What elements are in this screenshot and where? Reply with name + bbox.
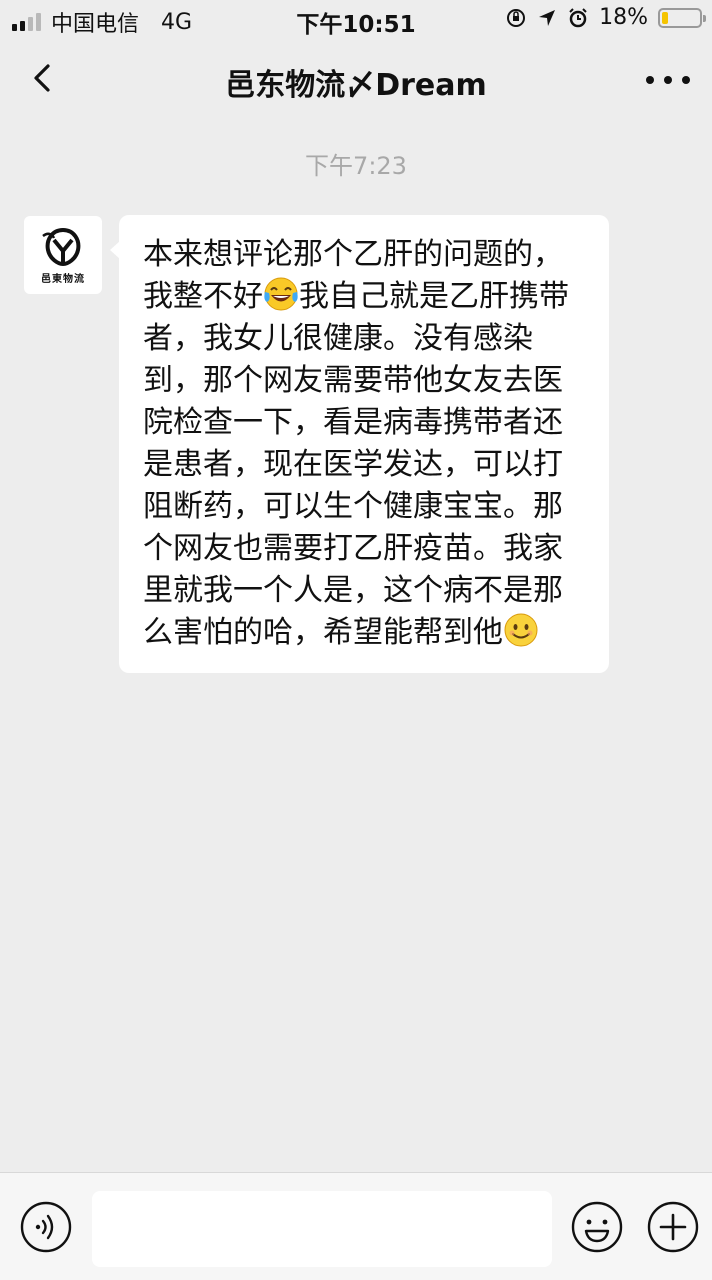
voice-button[interactable] — [20, 1201, 72, 1253]
input-bar — [0, 1172, 712, 1280]
more-dot — [646, 76, 654, 84]
status-bar: 中国电信 4G 下午10:51 18% — [0, 0, 712, 38]
more-dot — [682, 76, 690, 84]
back-button[interactable] — [20, 56, 64, 100]
avatar-caption: 邑東物流 — [41, 273, 85, 285]
plus-icon — [647, 1201, 699, 1253]
orientation-lock-icon — [507, 8, 526, 27]
avatar[interactable]: 邑東物流 — [24, 216, 102, 294]
more-button[interactable] — [646, 60, 690, 100]
tears-of-joy-emoji-icon — [264, 277, 298, 311]
chat-title: 邑东物流〆Dream — [225, 68, 487, 103]
nav-bar: 邑东物流〆Dream — [0, 40, 712, 120]
message-text-part2: 我自己就是乙肝携带者，我女儿很健康。没有感染到，那个网友需要带他女友去医院检查一… — [143, 279, 569, 650]
emoji-icon — [571, 1201, 623, 1253]
alarm-icon — [569, 7, 587, 27]
battery-percent: 18% — [599, 5, 648, 30]
message-bubble[interactable]: 本来想评论那个乙肝的问题的，我整不好 我自己就是乙肝携带者，我女儿很健康。没有感… — [110, 215, 609, 673]
voice-icon — [20, 1201, 72, 1253]
message-input[interactable] — [92, 1191, 552, 1267]
battery-icon — [658, 7, 706, 28]
more-functions-button[interactable] — [647, 1201, 699, 1253]
message-timestamp: 下午7:23 — [305, 152, 407, 180]
logo-icon — [42, 227, 81, 266]
emoji-button[interactable] — [571, 1201, 623, 1253]
more-dot — [664, 76, 672, 84]
chevron-left-icon — [34, 64, 50, 92]
location-icon — [539, 9, 556, 26]
battery-fill — [662, 11, 669, 24]
smile-emoji-icon — [504, 613, 538, 647]
